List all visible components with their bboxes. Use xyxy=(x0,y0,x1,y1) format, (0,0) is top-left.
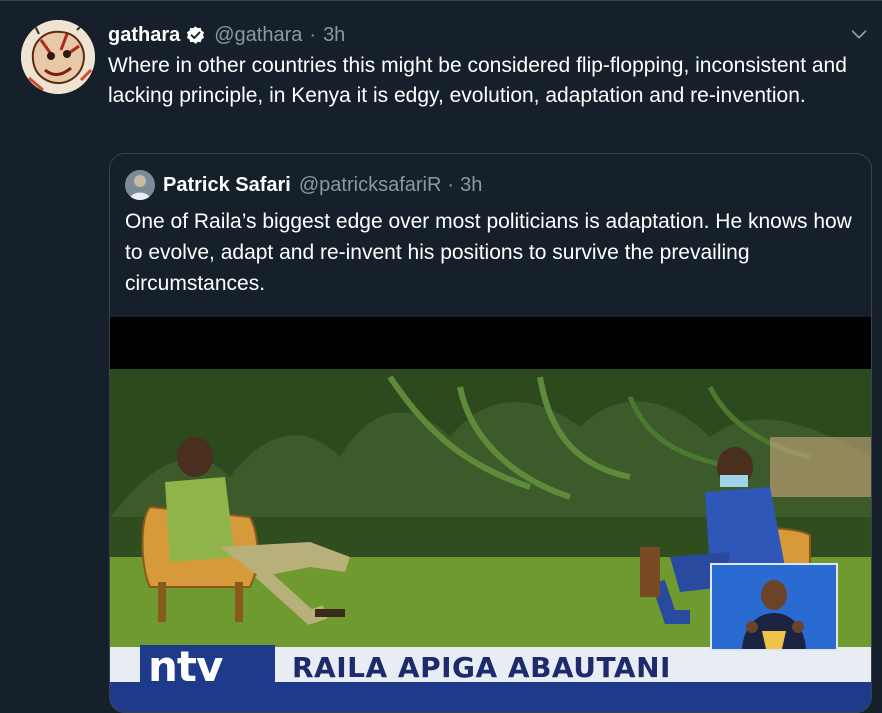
quoted-tweet-header: Patrick Safari @patricksafariR · 3h xyxy=(163,171,482,199)
verified-badge-icon xyxy=(185,25,206,46)
author-handle[interactable]: @gathara xyxy=(214,24,302,47)
news-ticker-headline: RAILA APIGA ABAUTANI xyxy=(292,651,671,684)
tweet-timestamp[interactable]: 3h xyxy=(323,24,345,47)
separator-dot: · xyxy=(447,173,455,196)
quoted-tweet[interactable]: Patrick Safari @patricksafariR · 3h One … xyxy=(109,153,872,713)
quoted-author-handle: @patricksafariR xyxy=(298,173,442,196)
tweet-card[interactable]: gathara @gathara · 3h Where in other cou… xyxy=(0,0,882,713)
author-name[interactable]: gathara xyxy=(108,24,180,47)
chevron-down-icon[interactable] xyxy=(848,23,870,45)
video-media[interactable]: ntv RAILA APIGA ABAUTANI xyxy=(110,317,871,712)
avatar-illustration xyxy=(21,20,95,94)
tweet-header: gathara @gathara · 3h xyxy=(108,21,345,49)
quoted-author-name: Patrick Safari xyxy=(163,173,291,196)
author-avatar[interactable] xyxy=(21,20,95,94)
channel-logo: ntv xyxy=(148,642,223,691)
quoted-tweet-timestamp: 3h xyxy=(460,173,483,196)
quoted-author-avatar xyxy=(125,170,155,200)
sign-language-inset xyxy=(710,563,838,651)
tweet-text: Where in other countries this might be c… xyxy=(108,54,847,107)
quoted-tweet-text: One of Raila’s biggest edge over most po… xyxy=(125,210,852,295)
separator-dot: · xyxy=(309,23,317,46)
